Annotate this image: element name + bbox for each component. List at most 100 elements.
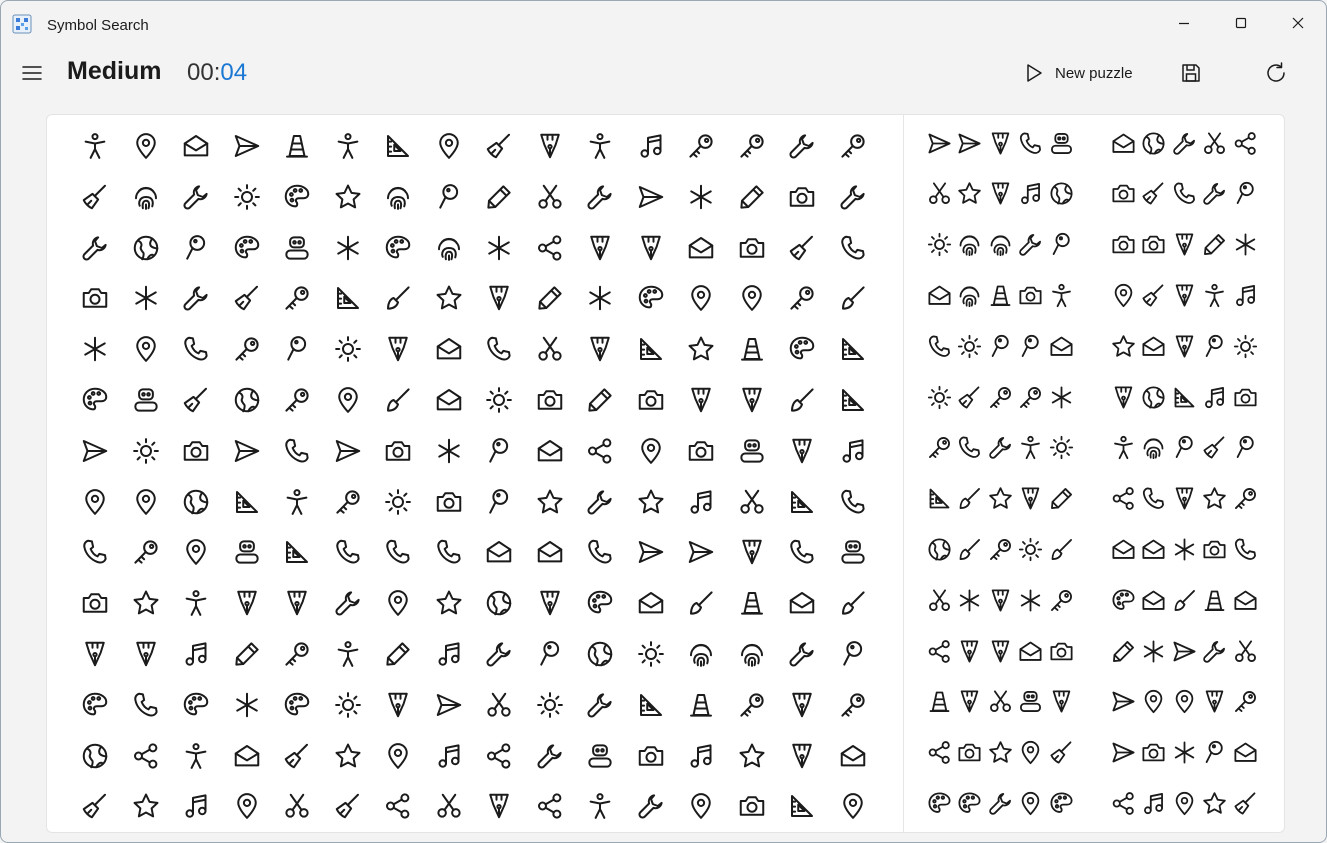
pencil-icon[interactable] bbox=[585, 385, 615, 415]
phone-icon[interactable] bbox=[383, 537, 413, 567]
wrench-icon[interactable] bbox=[787, 639, 817, 669]
broom-icon[interactable] bbox=[1140, 180, 1167, 207]
palette-icon[interactable] bbox=[1110, 587, 1137, 614]
wrench-icon[interactable] bbox=[484, 639, 514, 669]
paper-pin-icon[interactable] bbox=[1171, 434, 1198, 461]
paintbrush-icon[interactable] bbox=[383, 283, 413, 313]
star-icon[interactable] bbox=[131, 588, 161, 618]
traffic-cone-icon[interactable] bbox=[737, 588, 767, 618]
scissors-icon[interactable] bbox=[987, 688, 1014, 715]
globe-icon[interactable] bbox=[1140, 130, 1167, 157]
accessibility-person-icon[interactable] bbox=[181, 588, 211, 618]
fountain-pen-icon[interactable] bbox=[282, 588, 312, 618]
envelope-open-icon[interactable] bbox=[1110, 130, 1137, 157]
fountain-pen-icon[interactable] bbox=[585, 233, 615, 263]
envelope-open-icon[interactable] bbox=[838, 741, 868, 771]
paintbrush-icon[interactable] bbox=[838, 283, 868, 313]
paintbrush-icon[interactable] bbox=[956, 536, 983, 563]
title-bar[interactable]: Symbol Search bbox=[1, 1, 1326, 45]
envelope-open-icon[interactable] bbox=[1232, 587, 1259, 614]
paper-pin-icon[interactable] bbox=[181, 233, 211, 263]
accessibility-person-icon[interactable] bbox=[80, 131, 110, 161]
asterisk-icon[interactable] bbox=[1048, 384, 1075, 411]
envelope-open-icon[interactable] bbox=[1140, 333, 1167, 360]
send-arrow-icon[interactable] bbox=[686, 537, 716, 567]
share-nodes-icon[interactable] bbox=[535, 233, 565, 263]
wrench-icon[interactable] bbox=[1171, 130, 1198, 157]
wrench-icon[interactable] bbox=[987, 790, 1014, 817]
globe-icon[interactable] bbox=[232, 385, 262, 415]
key-icon[interactable] bbox=[282, 385, 312, 415]
robot-icon[interactable] bbox=[585, 741, 615, 771]
map-pin-icon[interactable] bbox=[1017, 790, 1044, 817]
robot-icon[interactable] bbox=[282, 233, 312, 263]
fingerprint-icon[interactable] bbox=[383, 182, 413, 212]
globe-icon[interactable] bbox=[926, 536, 953, 563]
asterisk-icon[interactable] bbox=[484, 233, 514, 263]
robot-icon[interactable] bbox=[1048, 130, 1075, 157]
key-icon[interactable] bbox=[1017, 384, 1044, 411]
share-nodes-icon[interactable] bbox=[383, 791, 413, 821]
wrench-icon[interactable] bbox=[636, 791, 666, 821]
fountain-pen-icon[interactable] bbox=[987, 638, 1014, 665]
key-icon[interactable] bbox=[787, 283, 817, 313]
minimize-button[interactable] bbox=[1155, 1, 1213, 45]
send-arrow-icon[interactable] bbox=[636, 182, 666, 212]
ruler-triangle-icon[interactable] bbox=[1171, 384, 1198, 411]
asterisk-icon[interactable] bbox=[434, 436, 464, 466]
wrench-icon[interactable] bbox=[787, 131, 817, 161]
map-pin-icon[interactable] bbox=[1171, 790, 1198, 817]
paper-pin-icon[interactable] bbox=[1232, 180, 1259, 207]
fountain-pen-icon[interactable] bbox=[737, 385, 767, 415]
envelope-open-icon[interactable] bbox=[1110, 536, 1137, 563]
map-pin-icon[interactable] bbox=[181, 537, 211, 567]
phone-icon[interactable] bbox=[282, 436, 312, 466]
envelope-open-icon[interactable] bbox=[1048, 333, 1075, 360]
asterisk-icon[interactable] bbox=[80, 334, 110, 364]
envelope-open-icon[interactable] bbox=[535, 537, 565, 567]
music-note-icon[interactable] bbox=[636, 131, 666, 161]
phone-icon[interactable] bbox=[787, 537, 817, 567]
wrench-icon[interactable] bbox=[80, 233, 110, 263]
traffic-cone-icon[interactable] bbox=[1201, 587, 1228, 614]
robot-icon[interactable] bbox=[838, 537, 868, 567]
send-arrow-icon[interactable] bbox=[926, 130, 953, 157]
globe-icon[interactable] bbox=[585, 639, 615, 669]
music-note-icon[interactable] bbox=[686, 741, 716, 771]
broom-icon[interactable] bbox=[1201, 434, 1228, 461]
map-pin-icon[interactable] bbox=[131, 487, 161, 517]
palette-icon[interactable] bbox=[585, 588, 615, 618]
fountain-pen-icon[interactable] bbox=[1017, 485, 1044, 512]
paintbrush-icon[interactable] bbox=[956, 485, 983, 512]
map-pin-icon[interactable] bbox=[636, 436, 666, 466]
camera-icon[interactable] bbox=[383, 436, 413, 466]
fountain-pen-icon[interactable] bbox=[131, 639, 161, 669]
wrench-icon[interactable] bbox=[1201, 180, 1228, 207]
broom-icon[interactable] bbox=[80, 791, 110, 821]
traffic-cone-icon[interactable] bbox=[686, 690, 716, 720]
key-icon[interactable] bbox=[737, 690, 767, 720]
camera-icon[interactable] bbox=[636, 741, 666, 771]
paintbrush-icon[interactable] bbox=[1171, 587, 1198, 614]
sun-icon[interactable] bbox=[232, 182, 262, 212]
sun-icon[interactable] bbox=[131, 436, 161, 466]
fountain-pen-icon[interactable] bbox=[383, 690, 413, 720]
pencil-icon[interactable] bbox=[232, 639, 262, 669]
fountain-pen-icon[interactable] bbox=[484, 283, 514, 313]
accessibility-person-icon[interactable] bbox=[181, 741, 211, 771]
fountain-pen-icon[interactable] bbox=[1048, 688, 1075, 715]
ruler-triangle-icon[interactable] bbox=[282, 537, 312, 567]
fountain-pen-icon[interactable] bbox=[1201, 688, 1228, 715]
paper-pin-icon[interactable] bbox=[484, 487, 514, 517]
fingerprint-icon[interactable] bbox=[686, 639, 716, 669]
palette-icon[interactable] bbox=[181, 690, 211, 720]
pencil-icon[interactable] bbox=[737, 182, 767, 212]
wrench-icon[interactable] bbox=[838, 182, 868, 212]
send-arrow-icon[interactable] bbox=[232, 436, 262, 466]
map-pin-icon[interactable] bbox=[686, 283, 716, 313]
ruler-triangle-icon[interactable] bbox=[838, 385, 868, 415]
globe-icon[interactable] bbox=[1048, 180, 1075, 207]
star-icon[interactable] bbox=[535, 487, 565, 517]
music-note-icon[interactable] bbox=[1201, 384, 1228, 411]
music-note-icon[interactable] bbox=[1017, 180, 1044, 207]
